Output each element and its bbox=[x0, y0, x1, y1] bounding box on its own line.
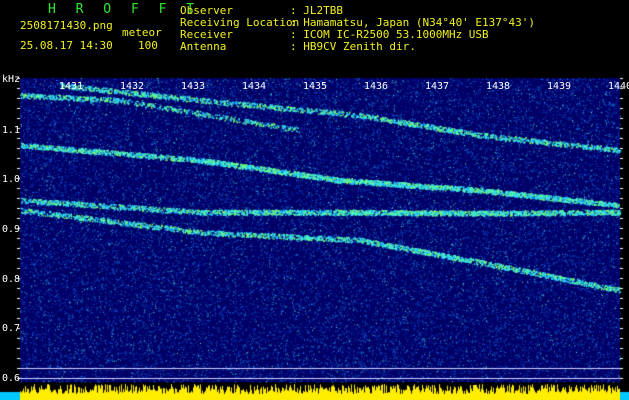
app-title: H R O F F T bbox=[48, 2, 201, 17]
x-tick-label: 1432 bbox=[120, 81, 145, 92]
unit-label: kHz bbox=[2, 74, 21, 85]
x-tick-label: 1434 bbox=[242, 81, 267, 92]
x-tick-label: 1431 bbox=[59, 81, 84, 92]
count-label: 100 bbox=[138, 39, 158, 52]
mode-label: meteor bbox=[122, 26, 162, 39]
x-tick-label: 1435 bbox=[303, 81, 328, 92]
y-tick-label: 0.7 bbox=[2, 323, 21, 334]
y-tick-label: 0.8 bbox=[2, 274, 21, 285]
x-tick-label: 1433 bbox=[181, 81, 206, 92]
y-tick-label: 0.9 bbox=[2, 224, 21, 235]
antenna-label: Antenna bbox=[180, 40, 227, 53]
x-tick-label: 1436 bbox=[364, 81, 389, 92]
antenna-value: : HB9CV Zenith dir. bbox=[290, 40, 416, 53]
y-tick-label: 1.1 bbox=[2, 125, 21, 136]
x-tick-label: 1440 bbox=[608, 81, 629, 92]
x-tick-label: 1439 bbox=[547, 81, 572, 92]
filename-label: 2508171430.png bbox=[20, 19, 113, 32]
x-tick-label: 1438 bbox=[486, 81, 511, 92]
spectrogram-canvas bbox=[0, 0, 629, 400]
x-tick-label: 1437 bbox=[425, 81, 450, 92]
datetime-label: 25.08.17 14:30 bbox=[20, 39, 113, 52]
y-tick-label: 1.0 bbox=[2, 174, 21, 185]
y-tick-label: 0.6 bbox=[2, 373, 21, 384]
